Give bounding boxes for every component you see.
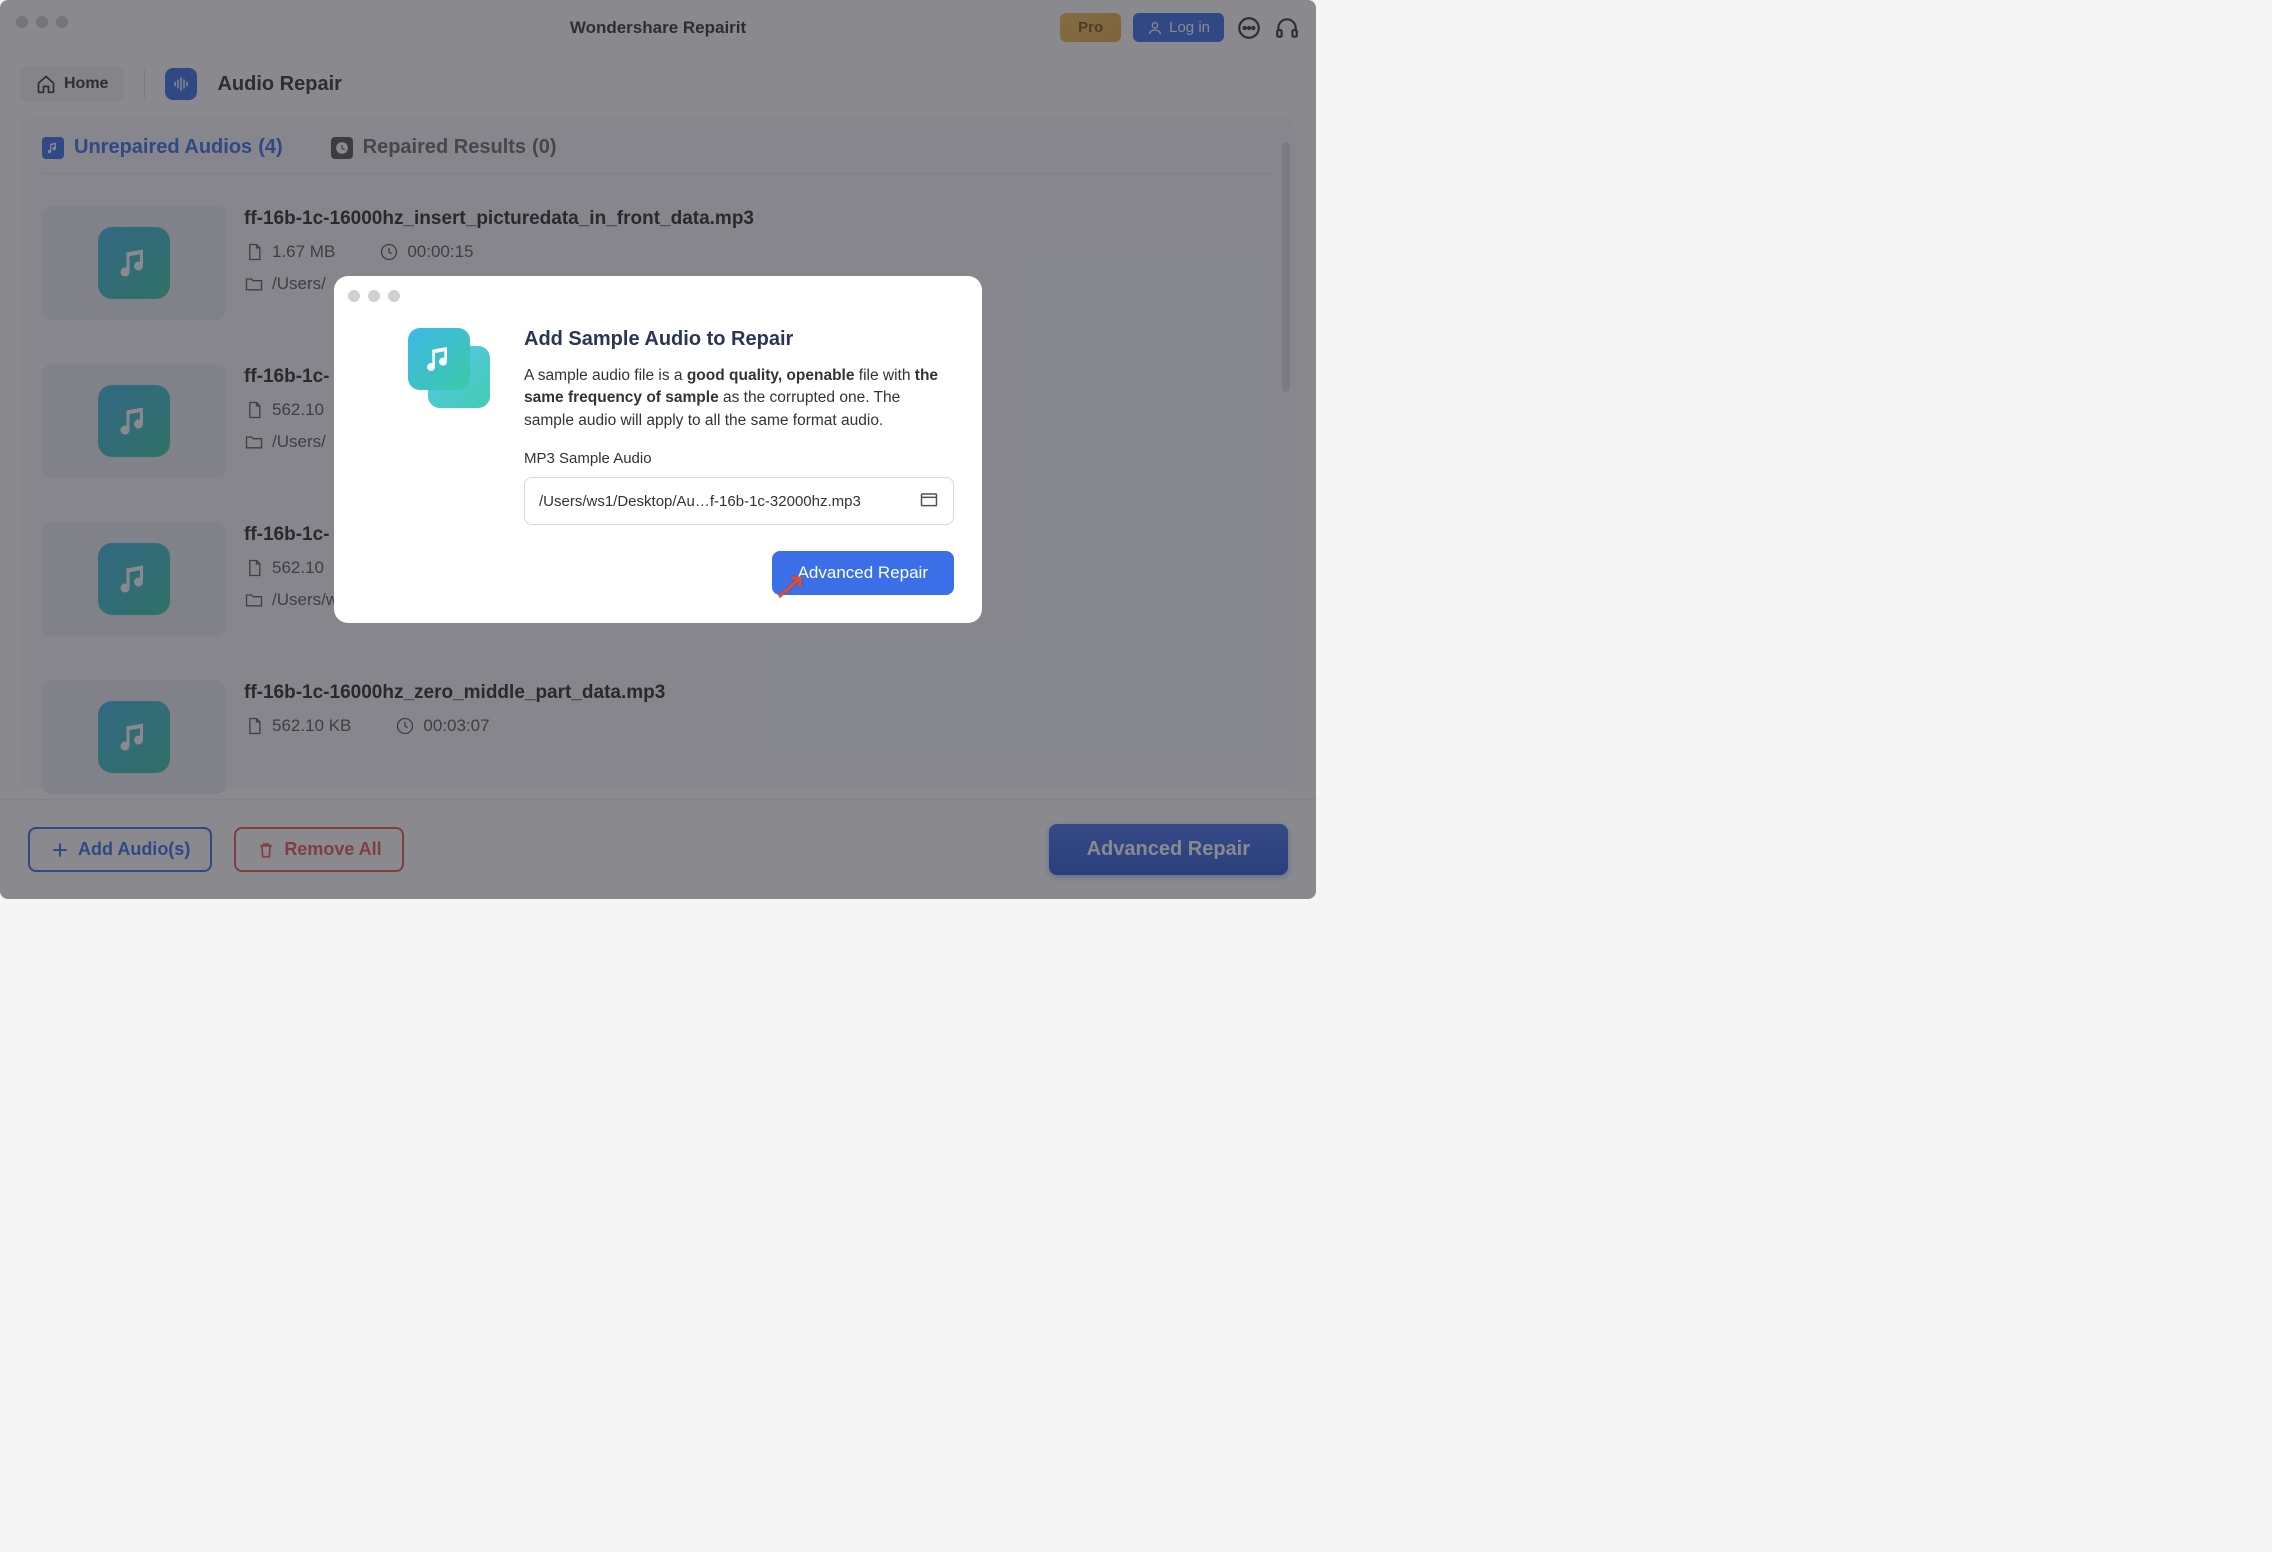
- sample-audio-label: MP3 Sample Audio: [524, 450, 954, 467]
- modal-illustration: [400, 328, 500, 428]
- sample-path-input[interactable]: /Users/ws1/Desktop/Au…f-16b-1c-32000hz.m…: [524, 477, 954, 525]
- main-window: Wondershare Repairit Pro Log in Home Aud…: [0, 0, 1316, 899]
- modal-window-controls: [348, 290, 400, 302]
- modal-description: A sample audio file is a good quality, o…: [524, 365, 954, 432]
- modal-close-button[interactable]: [348, 290, 360, 302]
- sample-path-text: /Users/ws1/Desktop/Au…f-16b-1c-32000hz.m…: [539, 493, 861, 510]
- sample-audio-modal: Add Sample Audio to Repair A sample audi…: [334, 276, 982, 623]
- modal-title: Add Sample Audio to Repair: [524, 328, 954, 351]
- modal-minimize-button[interactable]: [368, 290, 380, 302]
- music-note-icon: [423, 343, 455, 375]
- browse-folder-button[interactable]: [919, 489, 939, 513]
- annotation-arrow: [778, 574, 808, 603]
- modal-button-label: Advanced Repair: [798, 563, 928, 582]
- modal-overlay: Add Sample Audio to Repair A sample audi…: [0, 0, 1316, 899]
- modal-maximize-button[interactable]: [388, 290, 400, 302]
